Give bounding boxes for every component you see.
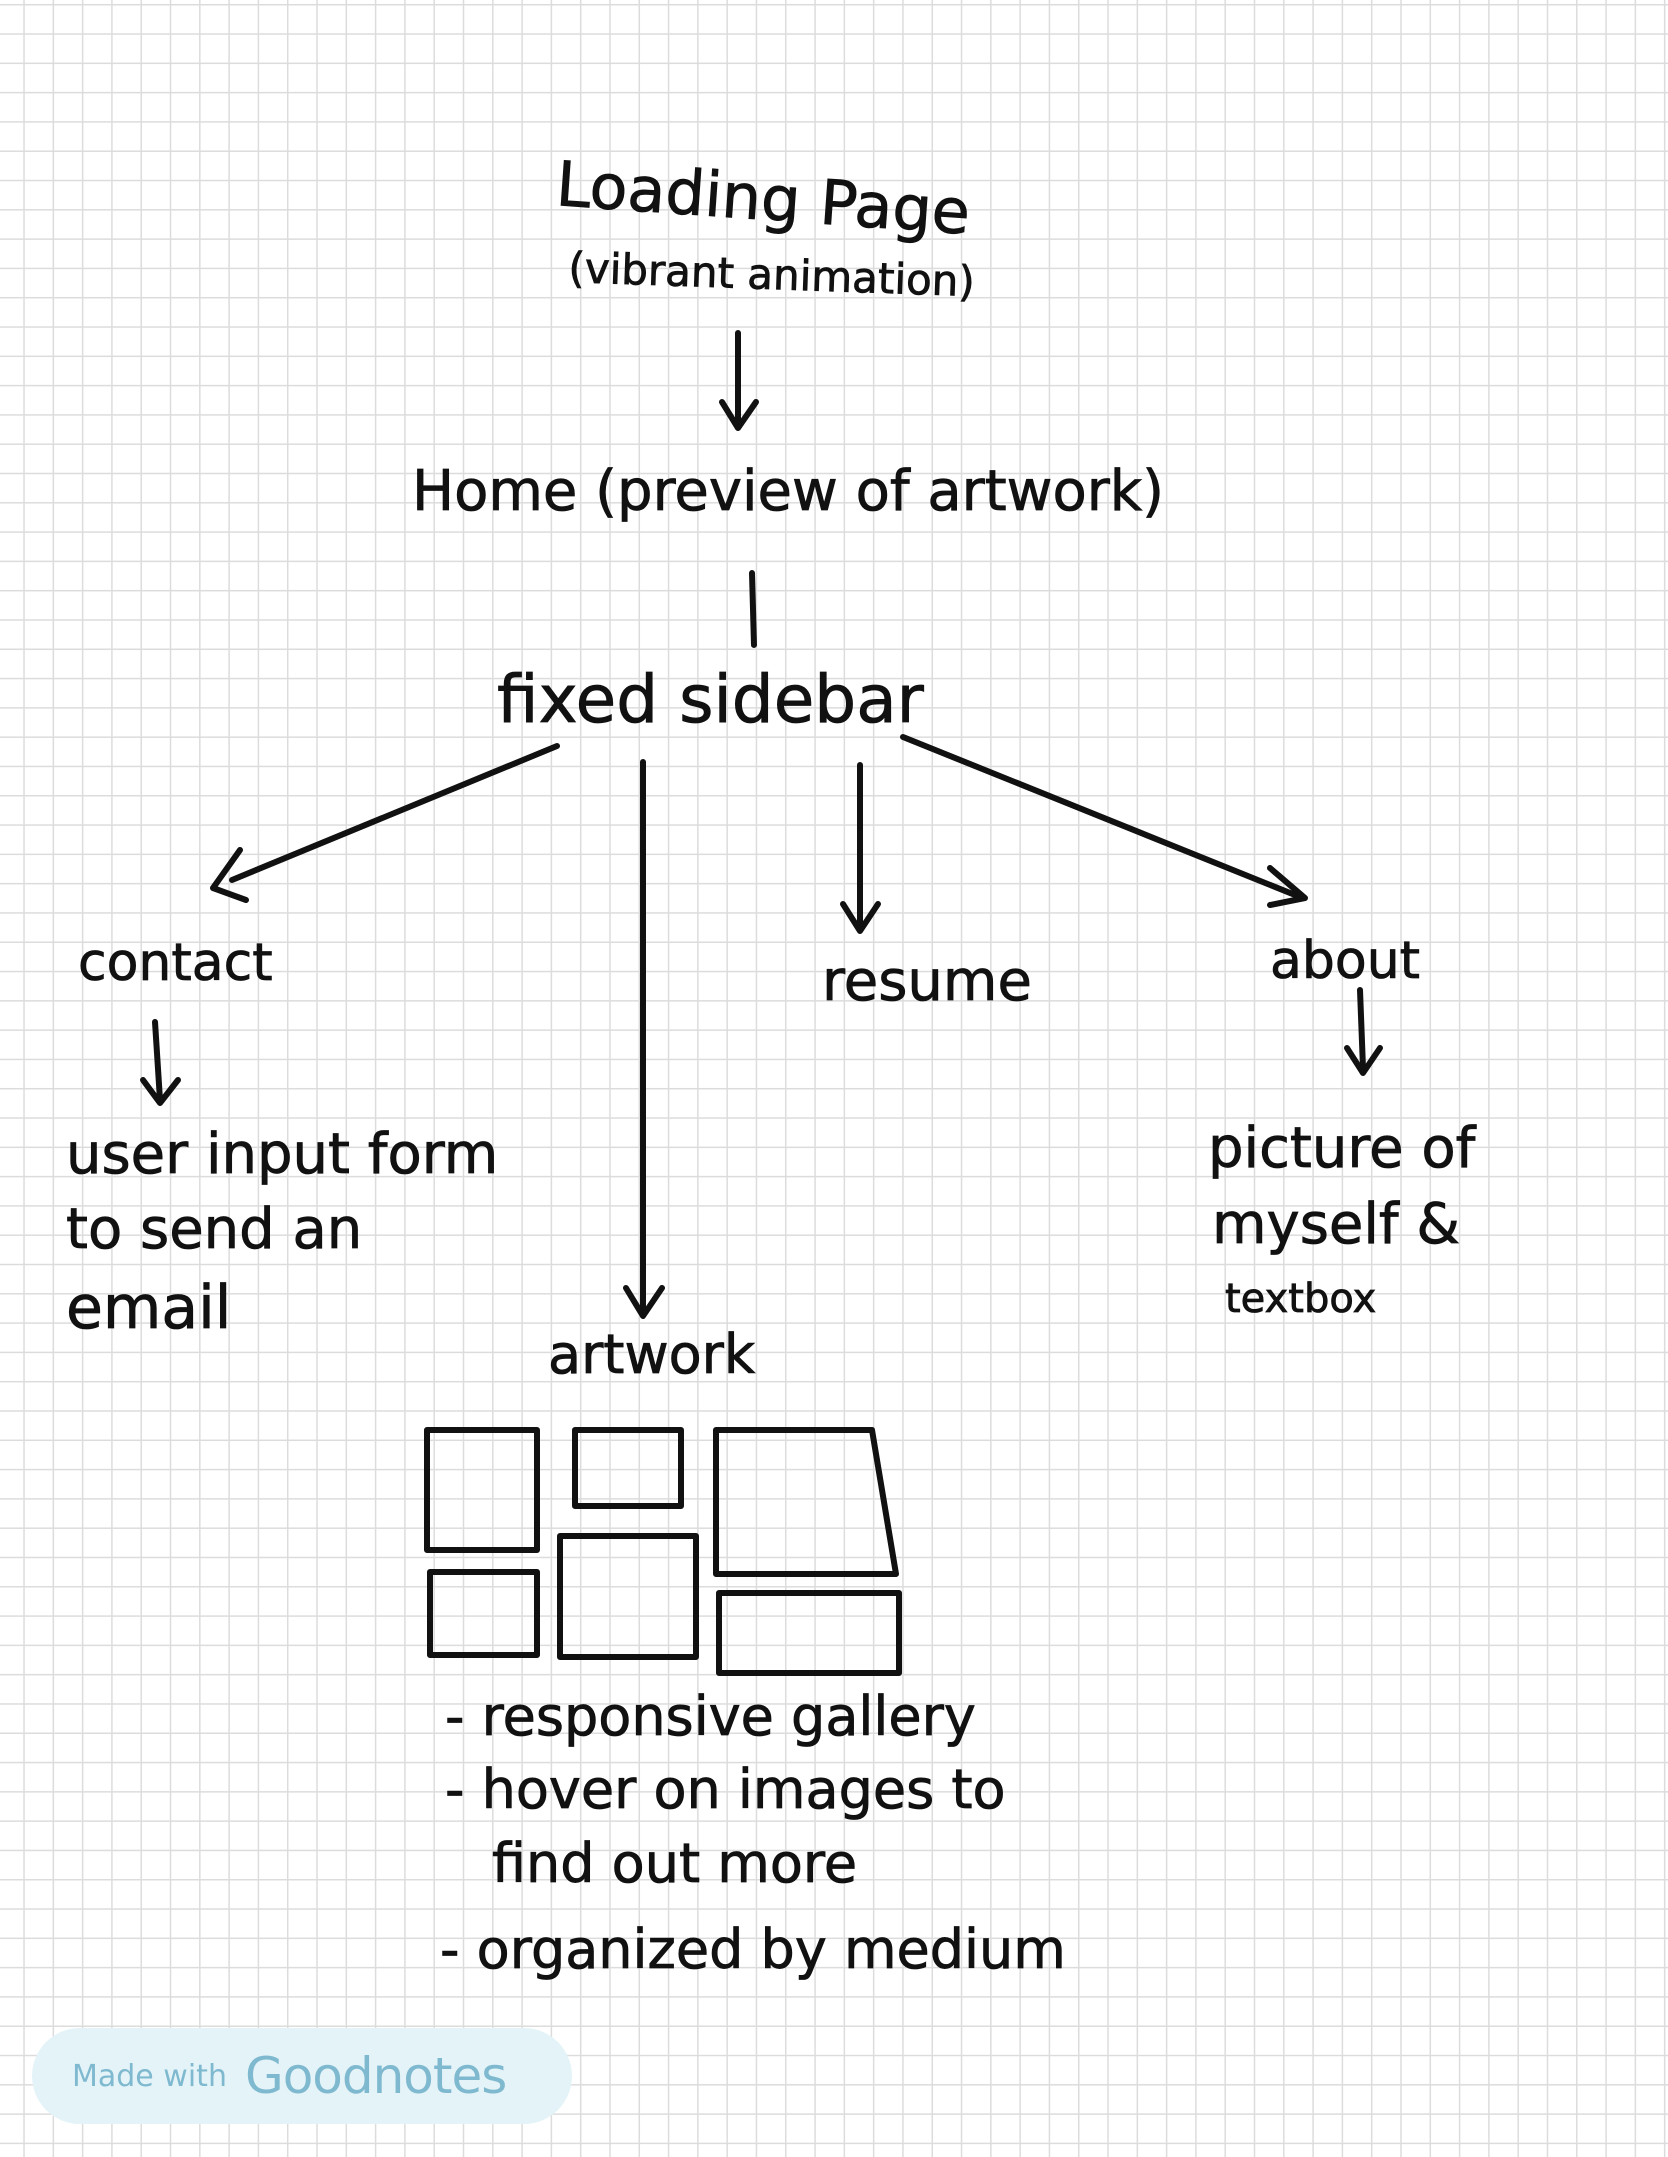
contact-detail-line-1: user input form — [66, 1122, 498, 1187]
flow-diagram: Loading Page (vibrant animation) Home (p… — [66, 147, 1477, 1982]
gallery-tile — [427, 1569, 540, 1658]
resume-node: resume — [822, 949, 1032, 1014]
artwork-note-3: find out more — [492, 1832, 857, 1895]
contact-detail-line-2: to send an — [66, 1197, 362, 1262]
arrow-about-to-picture — [1344, 987, 1383, 1076]
gallery-tile — [716, 1590, 902, 1676]
arrow-sidebar-to-artwork — [623, 759, 665, 1319]
line-home-to-sidebar — [749, 570, 757, 648]
goodnotes-badge: Made with Goodnotes — [32, 2028, 572, 2124]
artwork-note-4: - organized by medium — [440, 1918, 1066, 1981]
loading-page-title: Loading Page — [554, 147, 973, 249]
badge-prefix: Made with — [72, 2058, 227, 2094]
arrow-sidebar-to-resume — [840, 762, 881, 934]
arrow-sidebar-to-contact — [210, 743, 560, 903]
gallery-sketch — [424, 1427, 902, 1676]
about-detail-line-1: picture of — [1208, 1116, 1477, 1181]
gallery-tile — [572, 1427, 684, 1509]
arrow-loading-to-home — [719, 330, 759, 431]
gallery-tile — [424, 1427, 540, 1553]
about-node: about — [1270, 931, 1420, 991]
goodnotes-logo: Goodnotes — [244, 2047, 507, 2105]
artwork-node: artwork — [548, 1323, 756, 1386]
gallery-tile — [713, 1427, 899, 1577]
arrow-sidebar-to-about — [900, 734, 1308, 908]
about-detail-line-2: myself & — [1212, 1192, 1460, 1257]
contact-node: contact — [78, 933, 273, 993]
artwork-note-2: - hover on images to — [445, 1758, 1006, 1821]
loading-page-subtitle: (vibrant animation) — [568, 243, 976, 306]
artwork-note-1: - responsive gallery — [445, 1685, 976, 1748]
arrow-contact-to-form — [140, 1019, 181, 1106]
contact-detail-line-3: email — [66, 1273, 231, 1343]
home-node: Home (preview of artwork) — [412, 459, 1164, 524]
sidebar-node: fixed sidebar — [497, 661, 925, 738]
about-detail-line-3: textbox — [1225, 1276, 1376, 1322]
gallery-tile — [557, 1533, 699, 1660]
